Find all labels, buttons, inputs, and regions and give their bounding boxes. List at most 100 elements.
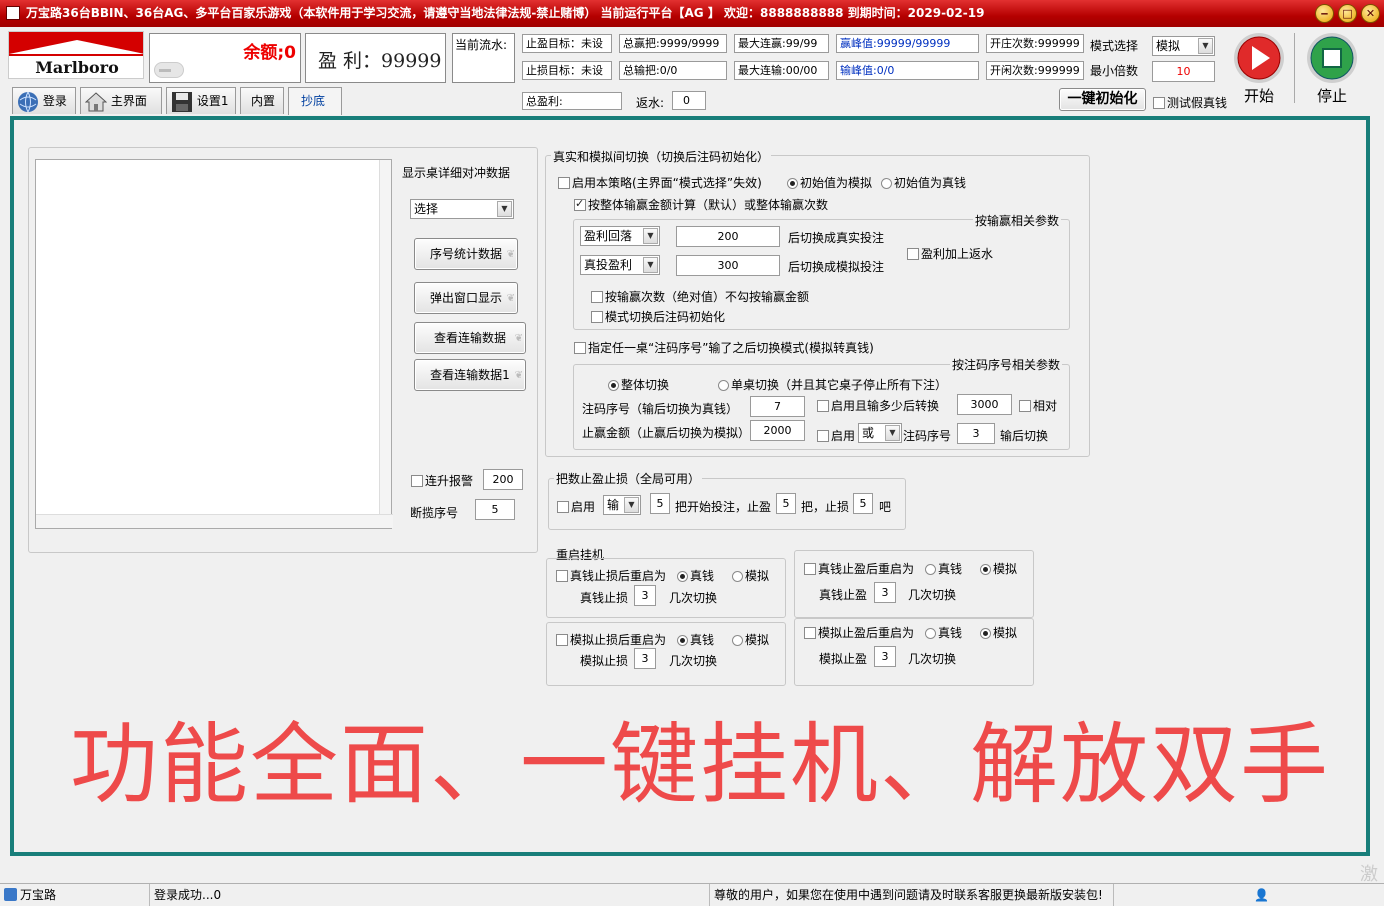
sim-stopwin-input[interactable]: 3 [874,646,896,667]
specify-table-checkbox[interactable]: 指定任一桌“注码序号”输了之后切换模式(模拟转真钱) [574,339,874,356]
real-stopwin-real-radio[interactable]: 真钱 [925,560,962,577]
round-select[interactable]: 输 ▼ [603,495,641,515]
streak-alarm-checkbox[interactable]: 连升报警 [411,472,473,489]
maximize-button[interactable]: □ [1338,4,1357,23]
relative-checkbox[interactable]: 相对 [1019,397,1057,414]
test-fake-checkbox[interactable]: 测试假真钱 [1153,94,1227,111]
real-stoploss-label: 真钱止损 [580,591,629,605]
enable-lose-checkbox[interactable]: 启用且输多少后转换 [817,397,939,414]
sim-stoploss-input[interactable]: 3 [634,648,656,669]
tab-login[interactable]: 登录 [12,87,76,114]
sim-stopwin-sim-radio[interactable]: 模拟 [980,624,1017,641]
status-app: 万宝路 [0,884,150,906]
balance-panel: 余额;0 [149,33,301,83]
chevron-down-icon: ▼ [1198,38,1213,54]
sim-stopwin-label: 模拟止盈 [819,652,868,666]
table-list[interactable] [35,159,393,529]
tab-chaodi[interactable]: 抄底 [288,87,342,115]
real-stoploss-sim-radio[interactable]: 模拟 [732,567,769,584]
detail-select[interactable]: 选择 ▼ [410,199,514,219]
profit-panel: 盈 利：99999 [305,33,446,83]
minimize-button[interactable]: ‒ [1315,4,1334,23]
status-bar: 万宝路 登录成功...0 尊敬的用户，如果您在使用中遇到问题请及时联系客服更换最… [0,864,1384,906]
mode-switch-init-checkbox[interactable]: 模式切换后注码初始化 [591,308,725,325]
round-enable-checkbox[interactable]: 启用 [557,498,595,515]
bet-seq-input[interactable]: 3 [957,423,995,444]
real-stoploss-restart-checkbox[interactable]: 真钱止损后重启为 [556,567,666,584]
round-input-2[interactable]: 5 [776,493,796,514]
single-switch-radio[interactable]: 单桌切换（并且其它桌子停止所有下注） [718,376,947,393]
test-fake-label: 测试假真钱 [1167,96,1228,110]
tab-main[interactable]: 主界面 [80,87,162,114]
lose-streak-button[interactable]: 查看连输数据 ❦ [414,322,526,354]
seq-stats-button[interactable]: 序号统计数据 ❦ [414,238,518,270]
row2-input[interactable]: 300 [676,255,780,276]
or-select[interactable]: 或 ▼ [858,423,902,443]
sim-stoploss-times-label: 几次切换 [669,654,718,668]
watermark-text: 激 [1360,864,1378,885]
real-stopwin-input[interactable]: 3 [874,582,896,603]
player-count: 开闲次数:999999 [986,61,1084,80]
sim-stoploss-restart-checkbox[interactable]: 模拟止损后重启为 [556,631,666,648]
toggle-switch[interactable] [154,62,184,78]
round-text-1: 把开始投注，止盈 [675,500,772,514]
sim-stoploss-real-radio[interactable]: 真钱 [677,631,714,648]
round-input-3[interactable]: 5 [853,493,873,514]
status-login: 登录成功...0 [150,884,710,906]
title-bar: 万宝路36台BBIN、36台AG、多平台百家乐游戏（本软件用于学习交流，请遵守当… [0,0,1384,27]
sim-stopwin-restart-checkbox[interactable]: 模拟止盈后重启为 [804,624,914,641]
promo-banner: 功能全面、一键挂机、解放双手 [70,713,1331,816]
row1-select[interactable]: 盈利回落 ▼ [580,226,660,246]
globe-icon [18,91,38,112]
total-win: 总赢把:9999/9999 [619,34,727,53]
init-real-radio[interactable]: 初始值为真钱 [881,174,966,191]
whole-switch-radio[interactable]: 整体切换 [608,376,669,393]
rebate-input[interactable]: 0 [672,91,706,110]
popup-window-button[interactable]: 弹出窗口显示 ❦ [414,282,518,314]
mode-label: 模式选择 [1090,39,1139,53]
min-multiplier-input[interactable]: 10 [1152,61,1215,82]
status-notice: 尊敬的用户，如果您在使用中遇到问题请及时联系客服更换最新版安装包! [710,884,1114,906]
chevron-down-icon: ▼ [885,425,900,441]
init-sim-radio[interactable]: 初始值为模拟 [787,174,872,191]
chevron-down-icon: ▼ [643,228,658,244]
row2-select[interactable]: 真投盈利 ▼ [580,255,660,275]
stop-button[interactable]: 停止 [1305,31,1359,105]
profit-plus-rebate-checkbox[interactable]: 盈利加上返水 [907,245,993,262]
table-detail-label: 显示桌详细对冲数据 [402,166,511,180]
tab-settings1[interactable]: 设置1 [166,87,236,114]
enable-strategy-checkbox[interactable]: 启用本策略(主界面“模式选择”失效) [558,174,762,191]
lose-streak-1-button[interactable]: 查看连输数据1 ❦ [414,359,526,391]
sim-stoploss-sim-radio[interactable]: 模拟 [732,631,769,648]
stop-win-input[interactable]: 2000 [750,420,805,441]
win-peak: 赢峰值:99999/99999 [836,34,979,53]
break-seq-input[interactable]: 5 [475,499,515,520]
real-stopwin-sim-radio[interactable]: 模拟 [980,560,1017,577]
mode-select[interactable]: 模拟 ▼ [1152,36,1215,56]
stop-profit-target: 止盈目标：未设 [522,34,612,53]
row1-input[interactable]: 200 [676,226,780,247]
seq-label: 注码序号（输后切换为真钱） [582,402,739,416]
window-title: 万宝路36台BBIN、36台AG、多平台百家乐游戏（本软件用于学习交流，请遵守当… [26,6,985,20]
count-abs-checkbox[interactable]: 按输赢次数（绝对值）不勾按输赢金额 [591,288,809,305]
seq-input[interactable]: 7 [750,396,805,417]
real-stoploss-real-radio[interactable]: 真钱 [677,567,714,584]
switch-group-title: 真实和模拟间切换（切换后注码初始化） [551,148,772,165]
enable-or-checkbox[interactable]: 启用 [817,427,855,444]
close-button[interactable]: ✕ [1361,4,1380,23]
row2-after-label: 后切换成模拟投注 [788,260,885,274]
sim-stopwin-real-radio[interactable]: 真钱 [925,624,962,641]
real-stoploss-input[interactable]: 3 [634,585,656,606]
real-stopwin-restart-checkbox[interactable]: 真钱止盈后重启为 [804,560,914,577]
tab-builtin[interactable]: 内置 [240,87,284,114]
logo-text: Marlboro [35,58,119,77]
round-input-1[interactable]: 5 [650,493,670,514]
enable-lose-input[interactable]: 3000 [957,394,1012,415]
by-amount-checkbox[interactable]: 按整体输赢金额计算（默认）或整体输赢次数 [574,196,828,213]
streak-alarm-input[interactable]: 200 [483,469,523,490]
real-stopwin-label: 真钱止盈 [819,588,868,602]
init-button[interactable]: 一键初始化 [1059,88,1146,111]
play-icon [1234,33,1284,83]
start-button[interactable]: 开始 [1232,31,1286,105]
start-label: 开始 [1243,87,1274,105]
